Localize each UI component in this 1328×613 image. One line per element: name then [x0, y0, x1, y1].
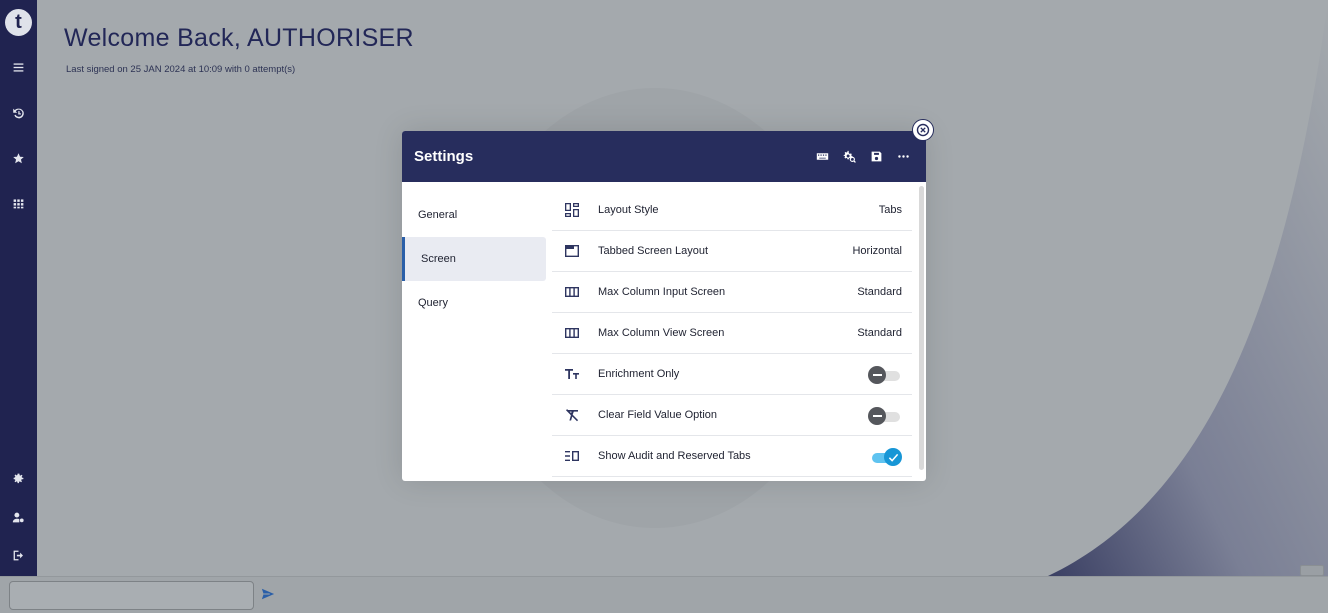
setting-label: Enrichment Only [598, 368, 680, 380]
sidebar: t [0, 0, 37, 576]
app-logo[interactable]: t [5, 9, 32, 36]
setting-max-column-view[interactable]: Max Column View Screen Standard [552, 313, 912, 354]
text-size-icon [562, 364, 582, 384]
nav-query[interactable]: Query [402, 281, 546, 325]
star-icon[interactable] [9, 149, 27, 167]
grid-icon[interactable] [9, 194, 27, 212]
setting-value[interactable]: Standard [857, 286, 902, 298]
clear-format-icon [562, 405, 582, 425]
setting-label: Show Audit and Reserved Tabs [598, 450, 751, 462]
setting-label: Max Column View Screen [598, 327, 725, 339]
nav-screen[interactable]: Screen [402, 237, 546, 281]
setting-show-audit-tabs[interactable]: Show Audit and Reserved Tabs [552, 436, 912, 477]
send-icon[interactable] [261, 587, 275, 601]
dialog-header: Settings [402, 131, 926, 182]
menu-icon[interactable] [9, 58, 27, 76]
setting-value[interactable]: Tabs [879, 204, 902, 216]
last-signed-info: Last signed on 25 JAN 2024 at 10:09 with… [66, 64, 296, 75]
show-audit-tabs-toggle[interactable] [868, 448, 902, 466]
user-settings-icon[interactable] [9, 508, 27, 526]
settings-nav: General Screen Query [402, 182, 546, 481]
clear-field-value-toggle[interactable] [868, 407, 902, 425]
setting-tabbed-screen-layout[interactable]: Tabbed Screen Layout Horizontal [552, 231, 912, 272]
resize-handle[interactable] [1300, 565, 1324, 576]
dashboard-icon [562, 200, 582, 220]
settings-list: Layout Style Tabs Tabbed Screen Layout H… [552, 190, 912, 477]
setting-clear-field-value[interactable]: Clear Field Value Option [552, 395, 912, 436]
columns-icon [562, 282, 582, 302]
setting-label: Clear Field Value Option [598, 409, 718, 421]
command-input[interactable] [9, 581, 254, 610]
dialog-title: Settings [414, 148, 474, 165]
logout-icon[interactable] [9, 546, 27, 564]
setting-enrichment-only[interactable]: Enrichment Only [552, 354, 912, 395]
more-icon[interactable] [896, 149, 910, 163]
save-icon[interactable] [869, 149, 883, 163]
setting-label: Tabbed Screen Layout [598, 245, 709, 257]
keyboard-icon[interactable] [815, 149, 829, 163]
tab-window-icon [562, 241, 582, 261]
command-bar [0, 576, 1328, 613]
close-icon [916, 123, 930, 137]
list-tabs-icon [562, 446, 582, 466]
gear-icon[interactable] [9, 469, 27, 487]
columns-icon [562, 323, 582, 343]
settings-search-icon[interactable] [842, 149, 856, 163]
setting-value[interactable]: Standard [857, 327, 902, 339]
check-icon [888, 453, 898, 462]
setting-layout-style[interactable]: Layout Style Tabs [552, 190, 912, 231]
nav-general[interactable]: General [402, 193, 546, 237]
setting-label: Max Column Input Screen [598, 286, 726, 298]
dialog-scrollbar[interactable] [919, 186, 924, 470]
setting-max-column-input[interactable]: Max Column Input Screen Standard [552, 272, 912, 313]
background-curve [1048, 0, 1328, 576]
page-title: Welcome Back, AUTHORISER [64, 24, 414, 52]
enrichment-only-toggle[interactable] [868, 366, 902, 384]
close-dialog-button[interactable] [912, 119, 934, 141]
setting-value[interactable]: Horizontal [852, 245, 902, 257]
history-icon[interactable] [9, 104, 27, 122]
setting-label: Layout Style [598, 204, 659, 216]
settings-dialog: Settings General Screen Query Layout Sty… [402, 131, 926, 481]
